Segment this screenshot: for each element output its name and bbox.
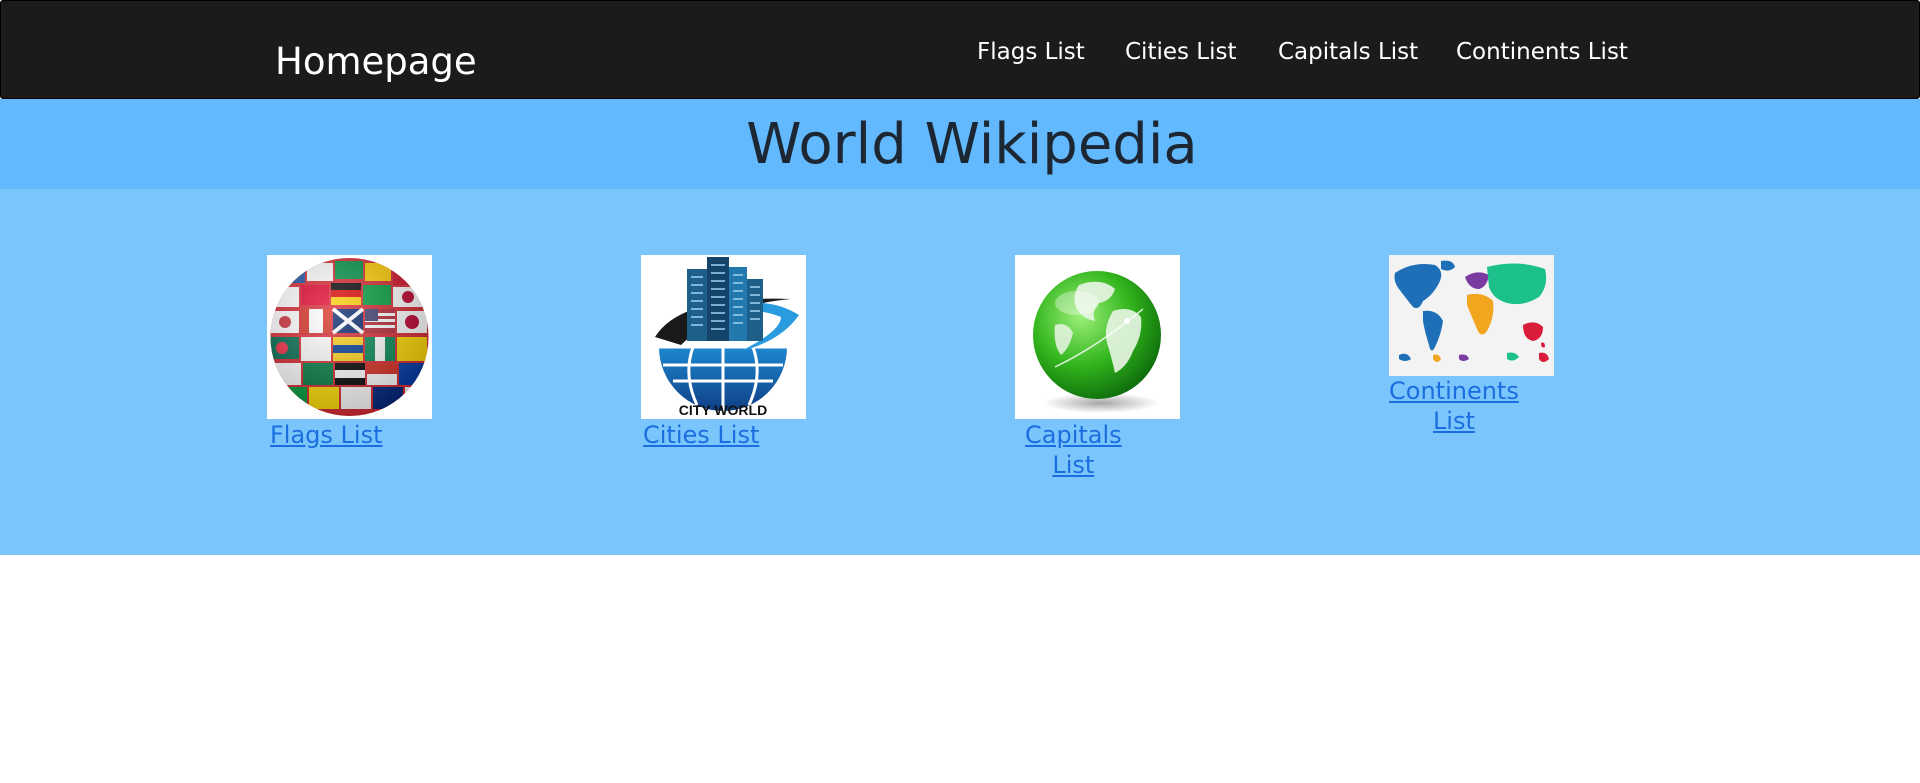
continents-link-line2: List bbox=[1432, 407, 1475, 435]
continents-link-line1: Continents bbox=[1389, 377, 1519, 405]
nav-link-cities[interactable]: Cities List bbox=[1125, 37, 1237, 67]
top-navbar: Homepage Flags List Cities List Capitals… bbox=[0, 0, 1920, 99]
page-title: World Wikipedia bbox=[746, 112, 1198, 177]
flag-globe-image[interactable] bbox=[267, 255, 432, 419]
cities-list-link[interactable]: Cities List bbox=[643, 420, 759, 450]
world-continents-map[interactable] bbox=[1389, 255, 1554, 376]
capitals-list-link[interactable]: Capitals List bbox=[1025, 420, 1122, 480]
flags-list-link[interactable]: Flags List bbox=[270, 420, 383, 450]
nav-link-flags[interactable]: Flags List bbox=[977, 37, 1085, 67]
city-world-logo[interactable]: CITY WORLD bbox=[641, 255, 806, 419]
nav-link-capitals[interactable]: Capitals List bbox=[1278, 37, 1418, 67]
capitals-link-line2: List bbox=[1052, 451, 1095, 479]
city-world-caption: CITY WORLD bbox=[679, 402, 767, 418]
brand-homepage-link[interactable]: Homepage bbox=[275, 37, 477, 87]
green-globe-image[interactable] bbox=[1015, 255, 1180, 419]
nav-link-continents[interactable]: Continents List bbox=[1456, 37, 1628, 67]
continents-list-link[interactable]: Continents List bbox=[1389, 376, 1519, 436]
capitals-link-line1: Capitals bbox=[1025, 421, 1122, 449]
